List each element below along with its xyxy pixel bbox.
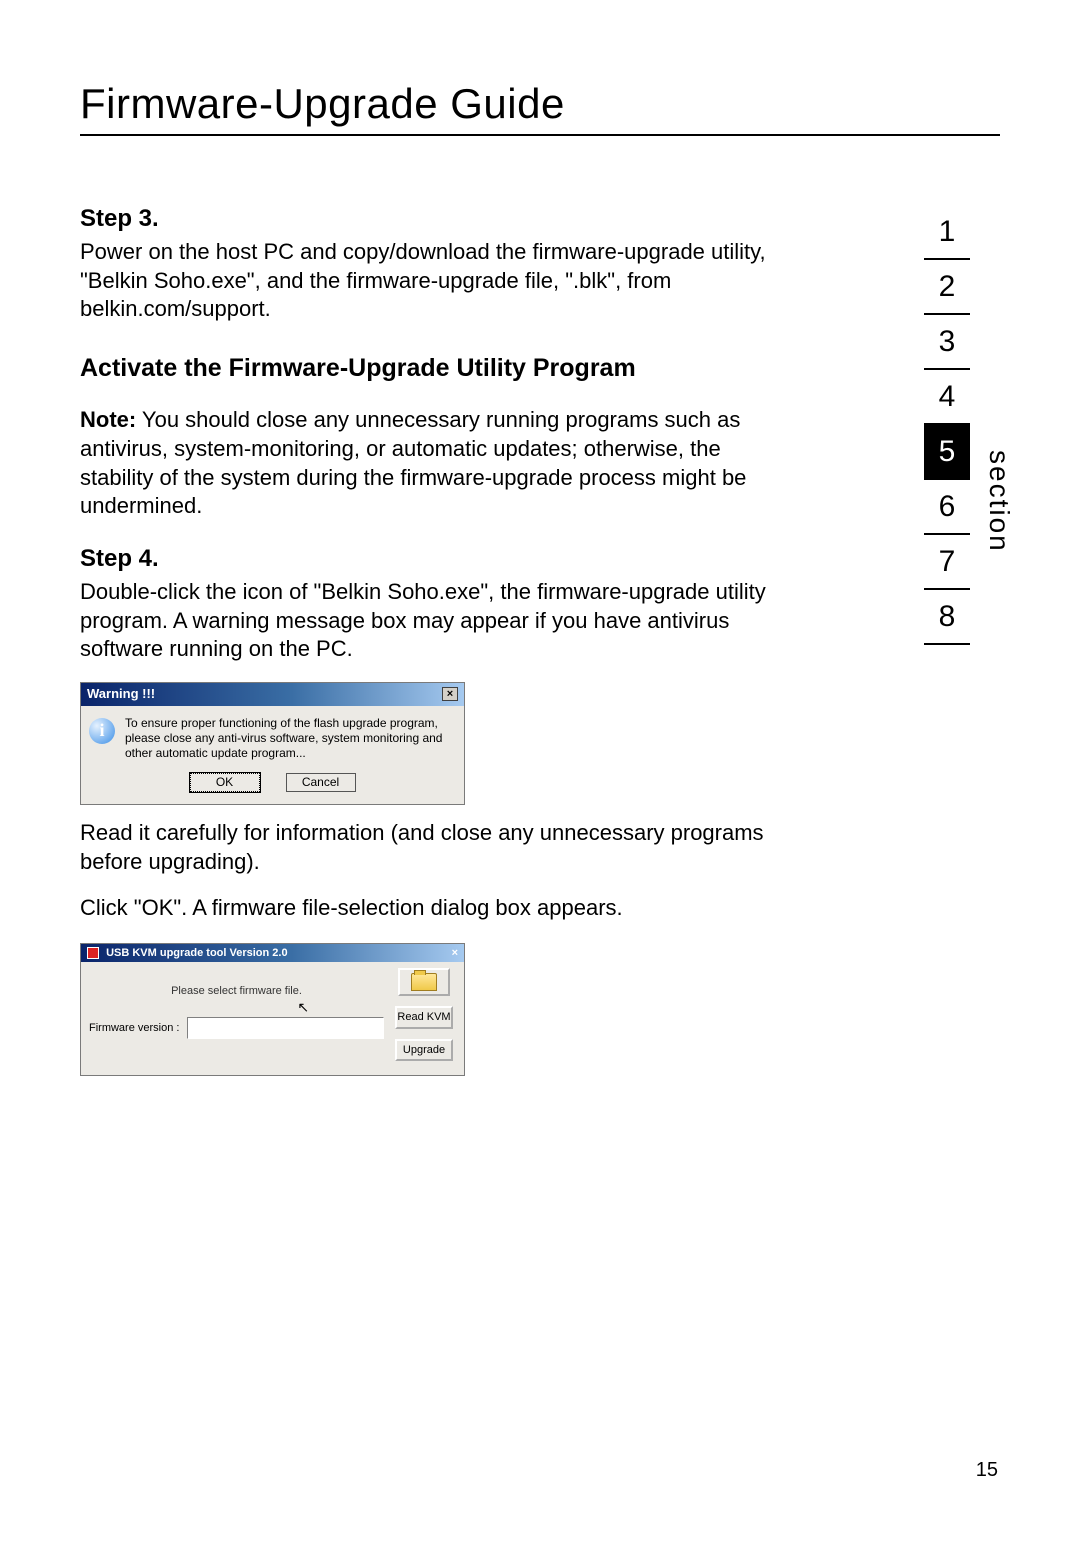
section-nav-4[interactable]: 4	[924, 370, 970, 425]
note-text: You should close any unnecessary running…	[80, 407, 746, 518]
page-number: 15	[976, 1459, 998, 1482]
section-nav-8[interactable]: 8	[924, 590, 970, 645]
note-label: Note:	[80, 407, 136, 432]
cursor-icon: ↖	[297, 998, 309, 1016]
section-nav-2[interactable]: 2	[924, 260, 970, 315]
close-icon[interactable]: ×	[452, 946, 458, 960]
read-kvm-button[interactable]: Read KVM	[395, 1006, 453, 1028]
section-nav: 1 2 3 4 5 6 7 8	[924, 205, 970, 645]
upgrade-button[interactable]: Upgrade	[395, 1039, 453, 1061]
activate-heading: Activate the Firmware-Upgrade Utility Pr…	[80, 352, 770, 385]
warning-message: To ensure proper functioning of the flas…	[125, 716, 456, 761]
folder-icon	[411, 973, 437, 991]
browse-button[interactable]	[398, 968, 450, 996]
app-icon	[87, 947, 99, 959]
close-icon[interactable]: ×	[442, 687, 458, 701]
section-nav-7[interactable]: 7	[924, 535, 970, 590]
note-paragraph: Note: You should close any unnecessary r…	[80, 406, 770, 520]
warning-title: Warning !!!	[87, 686, 155, 703]
page-title: Firmware-Upgrade Guide	[80, 80, 1000, 136]
section-label: section	[983, 450, 1015, 553]
after-warning-text: Read it carefully for information (and c…	[80, 819, 770, 876]
warning-titlebar: Warning !!! ×	[81, 683, 464, 706]
section-nav-1[interactable]: 1	[924, 205, 970, 260]
kvm-titlebar: USB KVM upgrade tool Version 2.0 ×	[81, 944, 464, 962]
step4-text: Double-click the icon of "Belkin Soho.ex…	[80, 578, 770, 664]
info-icon: i	[89, 718, 115, 744]
warning-dialog: Warning !!! × i To ensure proper functio…	[80, 682, 465, 805]
kvm-title: USB KVM upgrade tool Version 2.0	[106, 947, 288, 959]
step4-heading: Step 4.	[80, 543, 770, 574]
cancel-button[interactable]: Cancel	[286, 773, 356, 793]
main-content: Step 3. Power on the host PC and copy/do…	[80, 195, 770, 1076]
ok-button[interactable]: OK	[190, 773, 260, 793]
kvm-prompt: Please select firmware file.	[89, 968, 384, 1016]
firmware-version-field[interactable]: ↖	[187, 1017, 384, 1039]
click-ok-text: Click "OK". A firmware file-selection di…	[80, 894, 770, 923]
step3-text: Power on the host PC and copy/download t…	[80, 238, 770, 324]
firmware-version-label: Firmware version :	[89, 1021, 179, 1035]
section-nav-3[interactable]: 3	[924, 315, 970, 370]
kvm-dialog: USB KVM upgrade tool Version 2.0 × Pleas…	[80, 943, 465, 1076]
section-nav-5[interactable]: 5	[924, 425, 970, 480]
section-nav-6[interactable]: 6	[924, 480, 970, 535]
step3-heading: Step 3.	[80, 203, 770, 234]
